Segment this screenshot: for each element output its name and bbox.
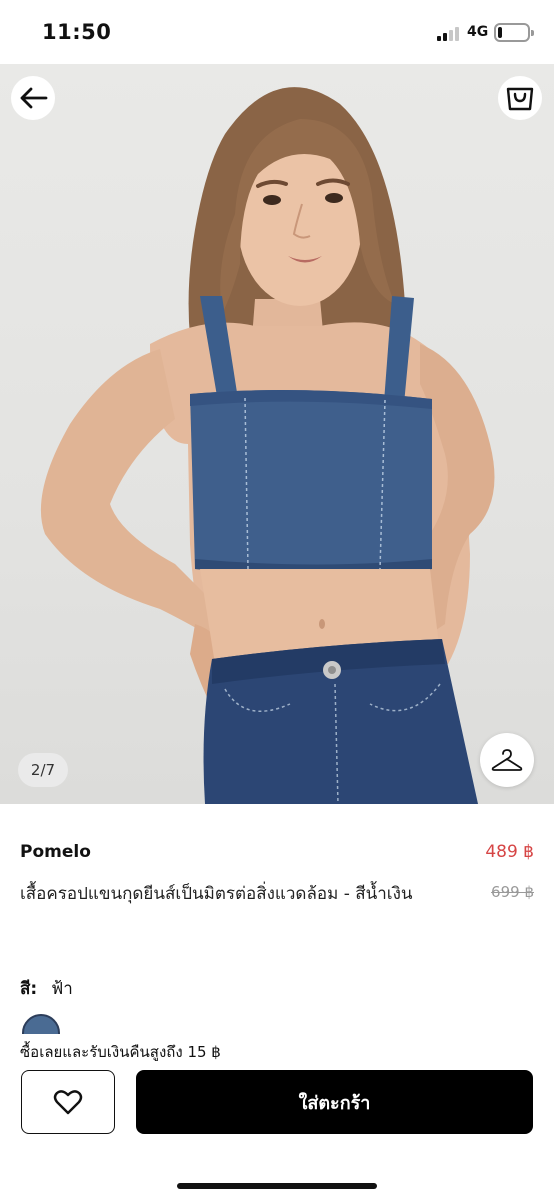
back-button[interactable] xyxy=(11,76,55,120)
model-photo xyxy=(40,87,495,804)
heart-icon xyxy=(53,1090,83,1115)
sale-price: 489 ฿ xyxy=(485,842,534,862)
product-title: เสื้อครอปแขนกุดยีนส์เป็นมิตรต่อสิ่งแวดล้… xyxy=(20,884,413,904)
wishlist-button[interactable] xyxy=(21,1070,115,1134)
signal-icon xyxy=(437,27,463,41)
color-label: สี: xyxy=(20,979,38,999)
try-on-button[interactable] xyxy=(480,733,534,787)
original-price: 699 ฿ xyxy=(491,883,534,901)
color-value: ฟ้า xyxy=(51,979,73,999)
color-swatch[interactable] xyxy=(22,1014,60,1034)
hanger-icon xyxy=(491,749,523,771)
status-bar: 11:50 4G xyxy=(0,0,554,64)
product-image[interactable] xyxy=(0,64,554,804)
arrow-left-icon xyxy=(20,87,48,109)
network-type: 4G xyxy=(467,24,489,40)
status-time: 11:50 xyxy=(42,20,112,44)
shopping-bag-icon xyxy=(506,87,534,111)
cashback-text: ซื้อเลยและรับเงินคืนสูงถึง 15 ฿ xyxy=(20,1043,221,1061)
color-selector: สี: ฟ้า xyxy=(20,975,73,1002)
battery-icon xyxy=(494,23,534,42)
image-counter: 2/7 xyxy=(18,753,68,787)
cart-button[interactable] xyxy=(498,76,542,120)
home-indicator xyxy=(177,1183,377,1189)
add-to-cart-button[interactable]: ใส่ตะกร้า xyxy=(136,1070,533,1134)
brand-name[interactable]: Pomelo xyxy=(20,842,91,862)
